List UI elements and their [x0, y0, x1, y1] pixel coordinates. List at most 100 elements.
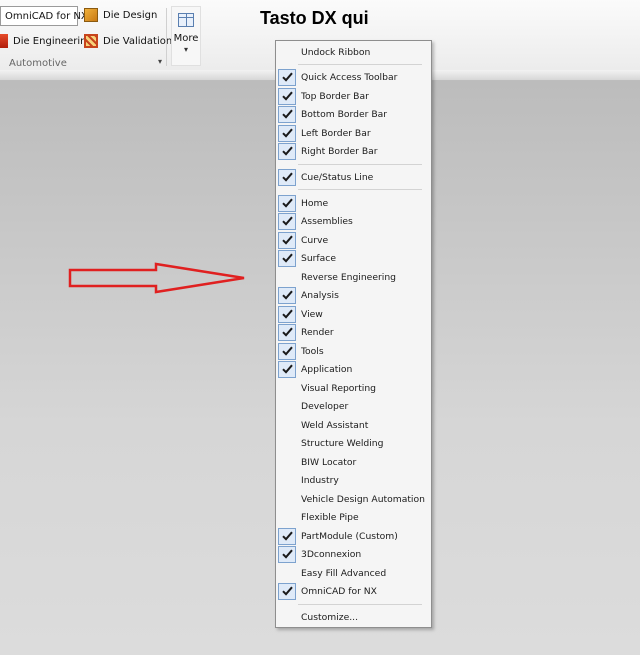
menu-item-label: Flexible Pipe: [301, 511, 359, 523]
checkmark-icon: [278, 142, 296, 160]
menu-item-label: Customize...: [301, 611, 358, 623]
more-button[interactable]: More ▾: [171, 6, 201, 66]
menu-item-bottom-border-bar[interactable]: Bottom Border Bar: [277, 105, 430, 123]
menu-item-label: Developer: [301, 400, 349, 412]
menu-item-label: 3Dconnexion: [301, 548, 362, 560]
checkmark-icon: [278, 286, 296, 304]
annotation-text: Tasto DX qui: [260, 8, 369, 28]
menu-item-developer[interactable]: Developer: [277, 397, 430, 415]
die-engineering-icon: [0, 34, 8, 48]
omnicad-button-label: OmniCAD for NX: [5, 10, 88, 22]
menu-item-label: Industry: [301, 474, 339, 486]
checkmark-icon: [278, 68, 296, 86]
menu-item-3dconnexion[interactable]: 3Dconnexion: [277, 545, 430, 563]
menu-item-label: OmniCAD for NX: [301, 585, 377, 597]
menu-item-reverse-engineering[interactable]: Reverse Engineering: [277, 268, 430, 286]
check-slot: [278, 491, 296, 508]
checkmark-icon: [278, 342, 296, 360]
check-slot: [278, 380, 296, 397]
menu-item-render[interactable]: Render: [277, 323, 430, 341]
menu-separator: [298, 64, 422, 65]
checkmark-icon: [278, 212, 296, 230]
checkmark-icon: [278, 305, 296, 323]
menu-item-weld-assistant[interactable]: Weld Assistant: [277, 416, 430, 434]
menu-item-visual-reporting[interactable]: Visual Reporting: [277, 379, 430, 397]
check-slot: [278, 44, 296, 61]
die-design-button[interactable]: Die Design: [84, 8, 157, 22]
menu-item-flexible-pipe[interactable]: Flexible Pipe: [277, 508, 430, 526]
menu-item-label: Left Border Bar: [301, 127, 371, 139]
menu-item-partmodule-custom[interactable]: PartModule (Custom): [277, 527, 430, 545]
check-slot: [278, 472, 296, 489]
menu-item-label: Easy Fill Advanced: [301, 567, 387, 579]
check-slot: [278, 609, 296, 626]
menu-item-structure-welding[interactable]: Structure Welding: [277, 434, 430, 452]
menu-item-label: View: [301, 308, 323, 320]
menu-item-biw-locator[interactable]: BIW Locator: [277, 453, 430, 471]
die-validation-icon: [84, 34, 98, 48]
ribbon-separator: [166, 8, 167, 66]
menu-item-assemblies[interactable]: Assemblies: [277, 212, 430, 230]
menu-item-curve[interactable]: Curve: [277, 231, 430, 249]
checkmark-icon: [278, 168, 296, 186]
die-engineering-label: Die Engineering: [13, 35, 93, 47]
checkmark-icon: [278, 231, 296, 249]
menu-item-cue-status-line[interactable]: Cue/Status Line: [277, 168, 430, 186]
checkmark-icon: [278, 87, 296, 105]
omnicad-button[interactable]: OmniCAD for NX: [0, 6, 88, 26]
chevron-down-icon: ▾: [183, 45, 188, 54]
menu-item-application[interactable]: Application: [277, 360, 430, 378]
menu-item-label: Top Border Bar: [301, 90, 369, 102]
group-expand-icon[interactable]: ▾: [158, 57, 162, 66]
menu-separator: [298, 189, 422, 190]
menu-separator: [298, 164, 422, 165]
die-engineering-button[interactable]: Die Engineering: [0, 34, 93, 48]
menu-item-label: Quick Access Toolbar: [301, 71, 398, 83]
more-label: More: [173, 33, 199, 44]
menu-item-label: Reverse Engineering: [301, 271, 396, 283]
menu-item-label: Application: [301, 363, 353, 375]
menu-item-quick-access-toolbar[interactable]: Quick Access Toolbar: [277, 68, 430, 86]
checkmark-icon: [278, 249, 296, 267]
menu-item-label: Render: [301, 326, 334, 338]
menu-item-label: Structure Welding: [301, 437, 384, 449]
check-slot: [278, 417, 296, 434]
die-validation-label: Die Validation: [103, 35, 173, 47]
checkmark-icon: [278, 124, 296, 142]
check-slot: [278, 565, 296, 582]
menu-item-label: Home: [301, 197, 329, 209]
menu-item-top-border-bar[interactable]: Top Border Bar: [277, 87, 430, 105]
menu-item-industry[interactable]: Industry: [277, 471, 430, 489]
menu-item-label: Cue/Status Line: [301, 171, 374, 183]
menu-item-right-border-bar[interactable]: Right Border Bar: [277, 142, 430, 160]
check-slot: [278, 269, 296, 286]
menu-item-tools[interactable]: Tools: [277, 342, 430, 360]
menu-item-label: Right Border Bar: [301, 145, 378, 157]
menu-item-omnicad-for-nx[interactable]: OmniCAD for NX: [277, 582, 430, 600]
menu-item-analysis[interactable]: Analysis: [277, 286, 430, 304]
check-slot: [278, 398, 296, 415]
checkmark-icon: [278, 545, 296, 563]
menu-item-label: BIW Locator: [301, 456, 357, 468]
checkmark-icon: [278, 582, 296, 600]
menu-item-home[interactable]: Home: [277, 194, 430, 212]
menu-item-label: Vehicle Design Automation: [301, 493, 425, 505]
menu-item-surface[interactable]: Surface: [277, 249, 430, 267]
die-validation-button[interactable]: Die Validation: [84, 34, 172, 48]
checkmark-icon: [278, 105, 296, 123]
menu-item-left-border-bar[interactable]: Left Border Bar: [277, 124, 430, 142]
menu-item-label: Tools: [301, 345, 324, 357]
menu-item-easy-fill-advanced[interactable]: Easy Fill Advanced: [277, 564, 430, 582]
menu-item-label: Assemblies: [301, 215, 353, 227]
menu-item-label: Surface: [301, 252, 337, 264]
check-slot: [278, 454, 296, 471]
check-slot: [278, 435, 296, 452]
menu-item-view[interactable]: View: [277, 305, 430, 323]
checkmark-icon: [278, 194, 296, 212]
menu-item-label: Visual Reporting: [301, 382, 377, 394]
menu-item-label: Analysis: [301, 289, 339, 301]
menu-item-customize[interactable]: Customize...: [277, 608, 430, 626]
menu-separator: [298, 604, 422, 605]
menu-item-vehicle-design-automation[interactable]: Vehicle Design Automation: [277, 490, 430, 508]
menu-item-undock-ribbon[interactable]: Undock Ribbon: [277, 43, 430, 61]
